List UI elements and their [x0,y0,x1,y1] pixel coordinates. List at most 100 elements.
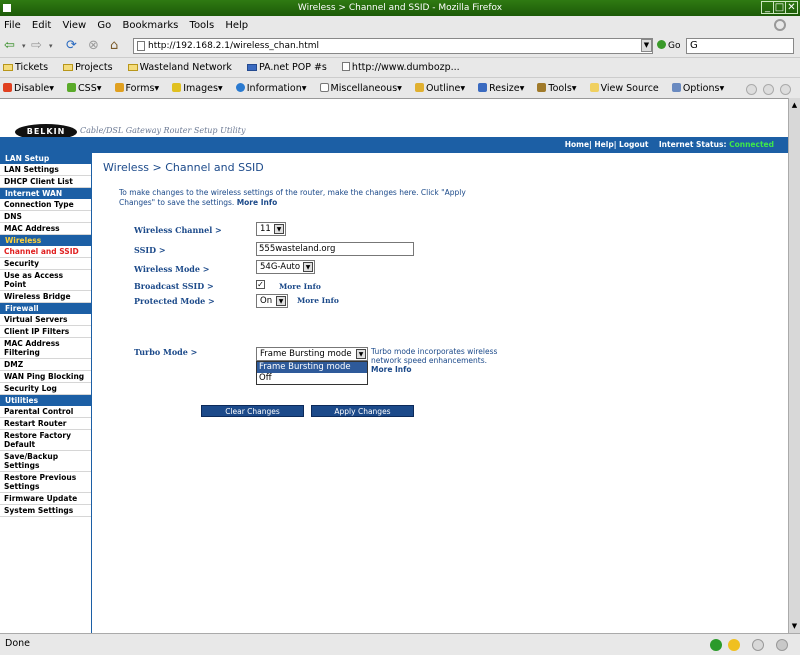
status-sun-icon [728,639,740,651]
sidebar-header-firewall: Firewall [0,303,91,314]
menu-help[interactable]: Help [225,20,248,31]
dev-view-source[interactable]: View Source [589,83,664,94]
sidebar-item-dns[interactable]: DNS [0,211,91,223]
stop-icon[interactable]: ⊗ [88,38,99,54]
turbo-mode-select[interactable]: Frame Bursting mode ▼ [256,347,368,361]
dev-label: Miscellaneous▾ [330,83,402,94]
broadcast-ssid-checkbox[interactable]: ✓ [256,280,265,289]
internet-status-label: Internet Status: [658,140,727,149]
broadcast-ssid-label: Broadcast SSID > [134,281,214,291]
back-icon[interactable]: ⇦ [4,38,15,54]
bookmark-panet-pop[interactable]: PA.net POP #s [246,62,333,73]
dev-miscellaneous[interactable]: Miscellaneous▾ [319,83,407,94]
sidebar-item-save-backup[interactable]: Save/Backup Settings [0,451,91,472]
intro-more-info-link[interactable]: More Info [237,198,278,207]
wireless-mode-value: 54G-Auto [260,262,301,272]
clear-changes-button[interactable]: Clear Changes [201,405,304,417]
sidebar-item-wan-ping[interactable]: WAN Ping Blocking [0,371,91,383]
bookmark-tickets[interactable]: Tickets [3,62,54,73]
turbo-option-frame-bursting[interactable]: Frame Bursting mode [257,362,367,373]
wireless-mode-select[interactable]: 54G-Auto ▼ [256,260,315,274]
dev-forms[interactable]: Forms▾ [114,83,165,94]
url-field[interactable]: http://192.168.2.1/wireless_chan.html [133,38,653,54]
forward-dropdown-icon[interactable]: ▾ [49,38,53,54]
status-cloud-icon [776,639,788,651]
apply-changes-button[interactable]: Apply Changes [311,405,414,417]
dev-tools[interactable]: Tools▾ [537,83,581,94]
menu-tools[interactable]: Tools [190,20,215,31]
reload-icon[interactable]: ⟳ [66,38,77,54]
sidebar-item-security-log[interactable]: Security Log [0,383,91,395]
search-input[interactable]: G [686,38,794,54]
menu-bookmarks[interactable]: Bookmarks [122,20,178,31]
vertical-scrollbar[interactable]: ▲ ▼ [788,98,800,633]
scroll-up-icon[interactable]: ▲ [790,100,799,110]
menu-file[interactable]: File [4,20,21,31]
menu-go[interactable]: Go [97,20,111,31]
dev-resize[interactable]: Resize▾ [478,83,529,94]
back-dropdown-icon[interactable]: ▾ [22,38,26,54]
dev-information[interactable]: Information▾ [235,83,312,94]
protected-more-info-link[interactable]: More Info [297,296,339,305]
sidebar-item-dhcp-client-list[interactable]: DHCP Client List [0,176,91,188]
chevron-down-icon: ▼ [274,224,284,234]
dev-options[interactable]: Options▾ [671,83,729,94]
ssid-input[interactable]: 555wasteland.org [256,242,414,256]
tools-icon [537,83,547,92]
sidebar-item-client-ip-filters[interactable]: Client IP Filters [0,326,91,338]
bookmark-projects[interactable]: Projects [63,62,118,73]
status-bar: Done [0,633,800,655]
turbo-description: Turbo mode incorporates wireless network… [371,347,501,374]
sidebar-item-restore-previous[interactable]: Restore Previous Settings [0,472,91,493]
sidebar-item-channel-ssid[interactable]: Channel and SSID [0,246,91,258]
go-label: Go [668,41,681,51]
go-button[interactable]: Go [657,40,680,51]
sidebar-item-restart-router[interactable]: Restart Router [0,418,91,430]
header-links[interactable]: Home| Help| Logout [565,140,649,149]
sidebar-item-mac-address[interactable]: MAC Address [0,223,91,235]
wireless-channel-label: Wireless Channel > [134,225,222,235]
turbo-mode-label: Turbo Mode > [134,347,198,357]
dev-outline[interactable]: Outline▾ [414,83,470,94]
dev-images[interactable]: Images▾ [172,83,227,94]
sidebar-item-access-point[interactable]: Use as Access Point [0,270,91,291]
url-dropdown-icon[interactable]: ▼ [641,39,652,52]
sidebar-item-connection-type[interactable]: Connection Type [0,199,91,211]
forward-icon[interactable]: ⇨ [31,38,42,54]
bookmark-label: Wasteland Network [139,62,232,73]
close-icon[interactable]: ✕ [785,1,798,14]
sidebar-item-restore-factory[interactable]: Restore Factory Default [0,430,91,451]
sidebar-item-firmware-update[interactable]: Firmware Update [0,493,91,505]
broadcast-more-info-link[interactable]: More Info [279,282,321,291]
sidebar-item-mac-filtering[interactable]: MAC Address Filtering [0,338,91,359]
home-icon[interactable]: ⌂ [110,38,118,54]
disable-icon [3,83,12,92]
dev-label: View Source [600,83,659,94]
errors-icon[interactable] [763,84,774,95]
sidebar-item-dmz[interactable]: DMZ [0,359,91,371]
dev-disable[interactable]: Disable▾ [3,83,59,94]
turbo-more-info-link[interactable]: More Info [371,365,412,374]
dev-label: Forms▾ [125,83,160,94]
sidebar-item-wireless-bridge[interactable]: Wireless Bridge [0,291,91,303]
web-developer-toolbar: Disable▾ CSS▾ Forms▾ Images▾ Information… [0,77,800,98]
dev-css[interactable]: CSS▾ [67,83,106,94]
menu-view[interactable]: View [62,20,86,31]
dev-info-icon[interactable] [780,84,791,95]
go-icon [657,40,666,49]
menu-edit[interactable]: Edit [32,20,51,31]
bookmark-wasteland-network[interactable]: Wasteland Network [127,62,238,73]
sidebar-item-security[interactable]: Security [0,258,91,270]
window-menu-icon[interactable] [3,4,11,12]
bookmark-dumbozp[interactable]: http://www.dumbozp... [341,62,466,73]
validation-icon[interactable] [746,84,757,95]
sidebar-item-virtual-servers[interactable]: Virtual Servers [0,314,91,326]
sidebar-item-lan-settings[interactable]: LAN Settings [0,164,91,176]
sidebar-item-parental-control[interactable]: Parental Control [0,406,91,418]
turbo-option-off[interactable]: Off [257,373,367,384]
sidebar-item-system-settings[interactable]: System Settings [0,505,91,517]
intro-text: To make changes to the wireless settings… [119,188,489,208]
scroll-down-icon[interactable]: ▼ [790,621,799,631]
protected-mode-select[interactable]: On ▼ [256,294,288,308]
wireless-channel-select[interactable]: 11 ▼ [256,222,286,236]
